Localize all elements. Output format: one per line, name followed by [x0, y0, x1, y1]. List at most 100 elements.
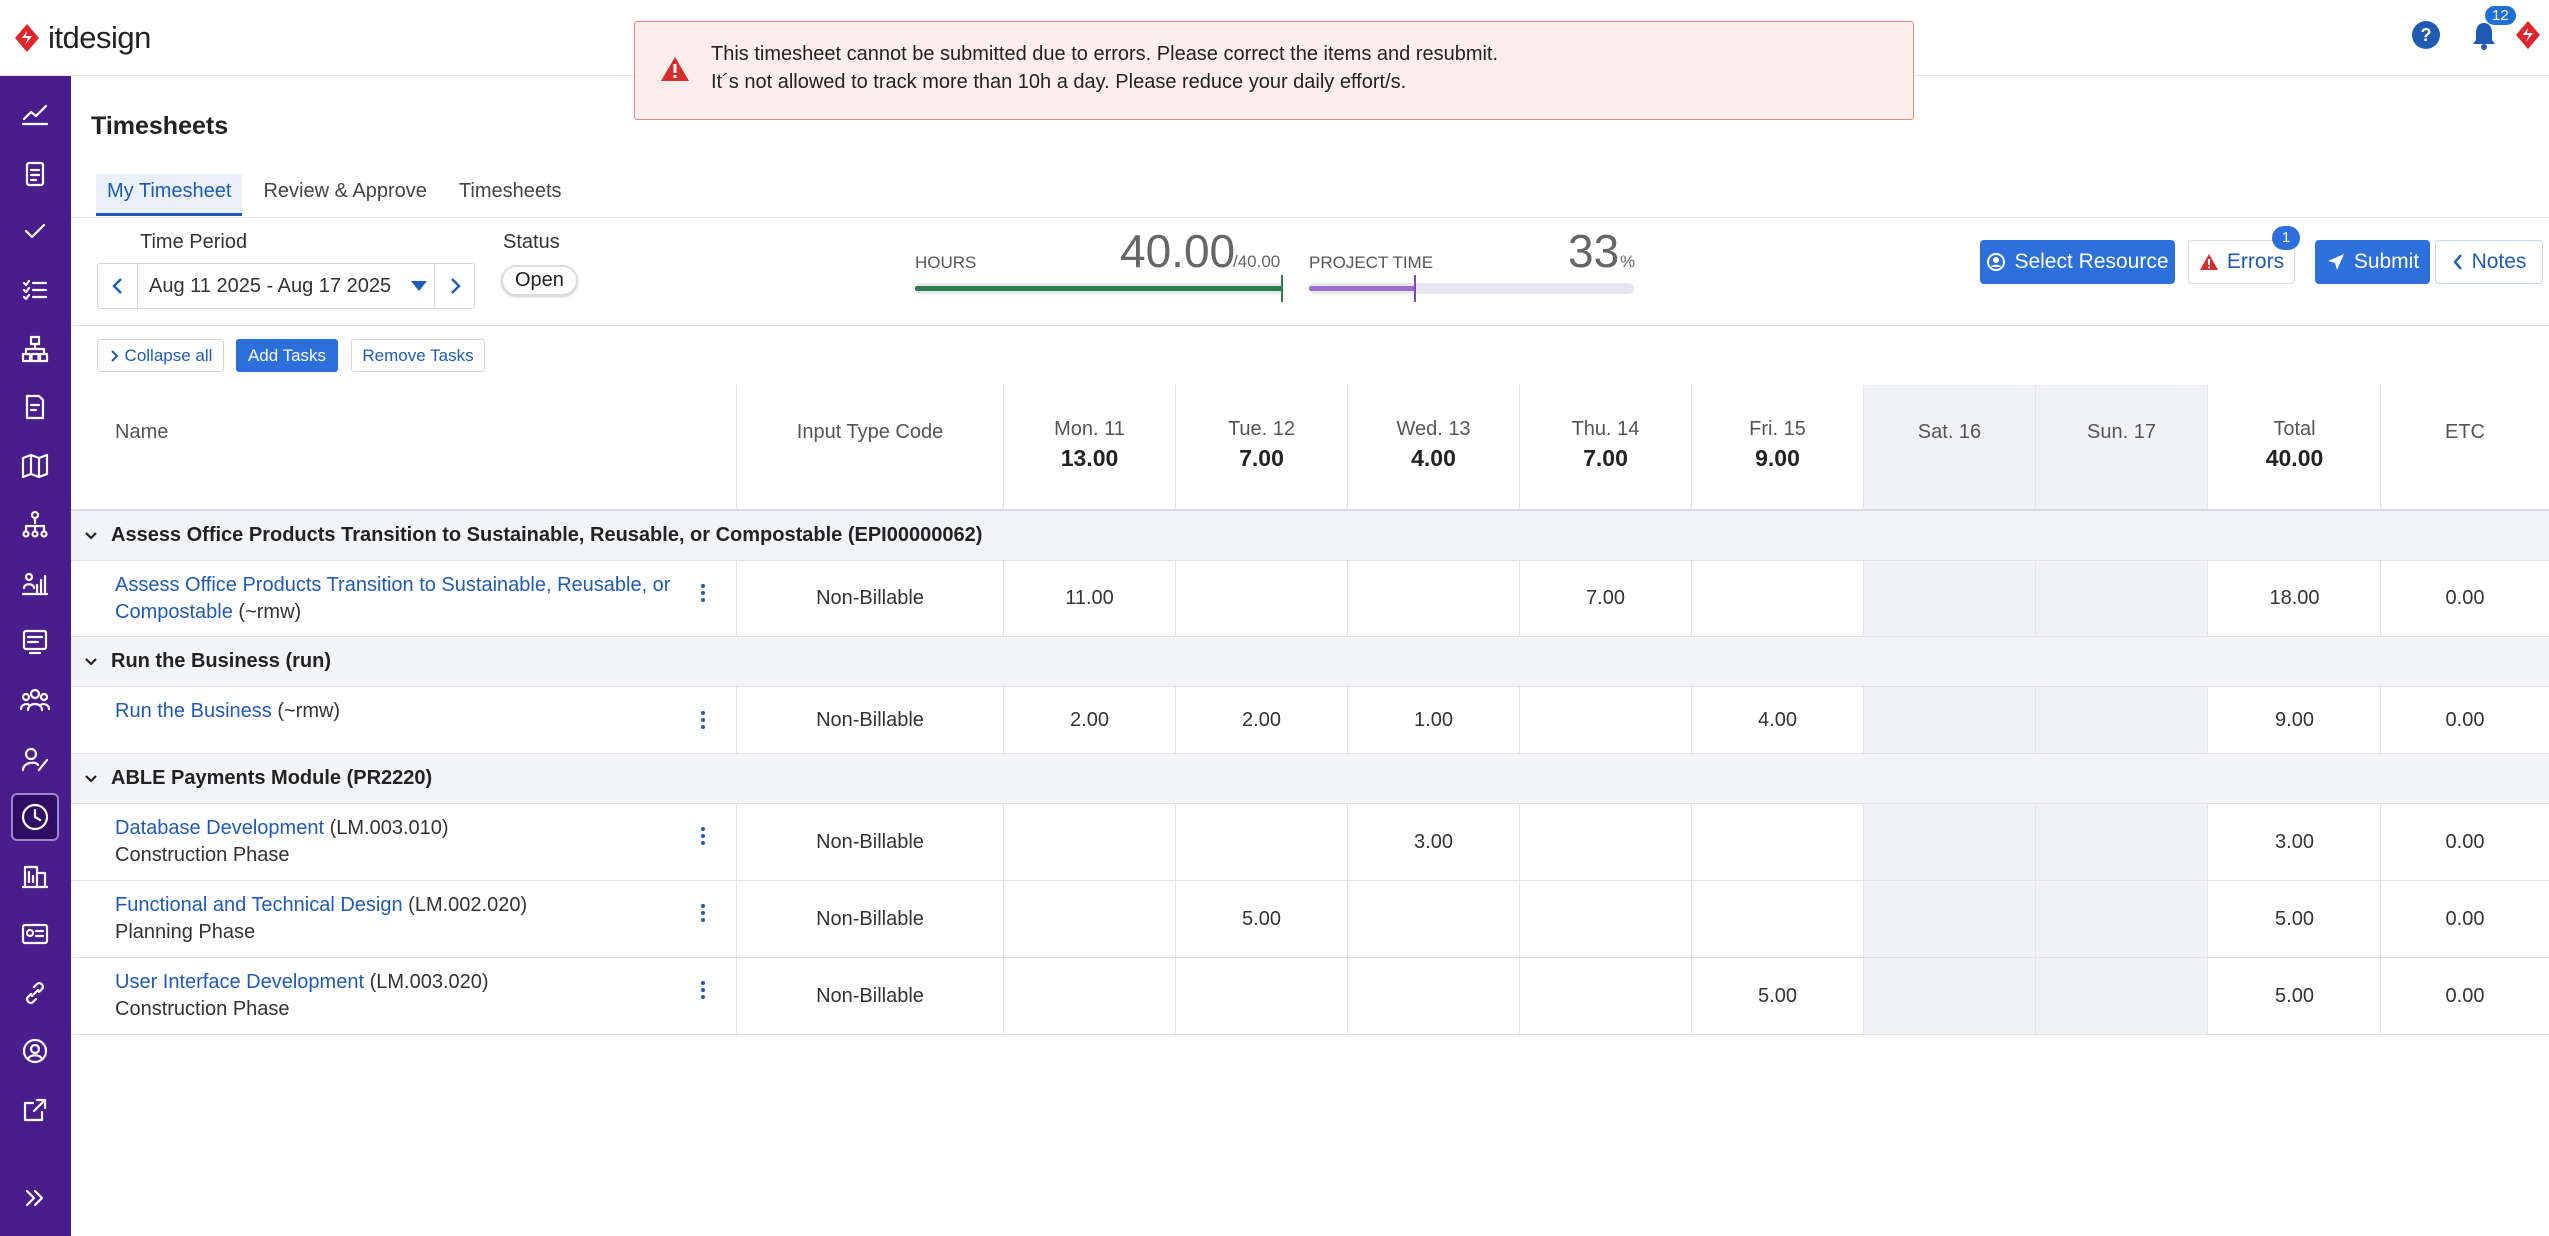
- hours-cell[interactable]: 5.00: [1692, 958, 1864, 1034]
- input-type-cell[interactable]: Non-Billable: [737, 881, 1004, 957]
- hours-cell[interactable]: [1864, 561, 2036, 636]
- clock-icon[interactable]: [11, 793, 59, 841]
- hours-cell[interactable]: [2036, 881, 2208, 957]
- hours-cell[interactable]: [1692, 561, 1864, 636]
- tab-review-approve[interactable]: Review & Approve: [252, 174, 437, 216]
- more-options-icon[interactable]: [699, 904, 707, 922]
- etc-cell[interactable]: 0.00: [2381, 958, 2549, 1034]
- settings-user-icon[interactable]: [11, 1027, 59, 1075]
- etc-cell[interactable]: 0.00: [2381, 561, 2549, 636]
- chart-line-icon[interactable]: [11, 90, 59, 138]
- time-period-value[interactable]: Aug 11 2025 - Aug 17 2025: [138, 275, 404, 298]
- hierarchy-icon[interactable]: [11, 325, 59, 373]
- link-icon[interactable]: [11, 969, 59, 1017]
- hours-cell[interactable]: [1004, 804, 1176, 880]
- org-chart-icon[interactable]: [11, 500, 59, 548]
- hours-cell[interactable]: 7.00: [1520, 561, 1692, 636]
- etc-cell[interactable]: 0.00: [2381, 687, 2549, 753]
- time-period-dropdown[interactable]: [404, 280, 434, 292]
- task-link[interactable]: Run the Business: [115, 700, 272, 722]
- hours-cell[interactable]: [1004, 958, 1176, 1034]
- check-icon[interactable]: [11, 207, 59, 255]
- hours-cell[interactable]: 11.00: [1004, 561, 1176, 636]
- task-link[interactable]: Database Development: [115, 817, 324, 839]
- hours-cell[interactable]: [1520, 958, 1692, 1034]
- logo[interactable]: itdesign: [14, 20, 151, 56]
- hours-cell[interactable]: [2036, 687, 2208, 753]
- hours-cell[interactable]: 4.00: [1692, 687, 1864, 753]
- hours-cell[interactable]: [1348, 561, 1520, 636]
- hours-cell[interactable]: [2036, 804, 2208, 880]
- task-link[interactable]: User Interface Development: [115, 971, 364, 993]
- task-link-continued[interactable]: Compostable: [115, 601, 233, 623]
- clipboard-icon[interactable]: [11, 149, 59, 197]
- next-period-button[interactable]: [434, 264, 474, 308]
- external-link-icon[interactable]: [11, 1086, 59, 1134]
- people-chart-icon[interactable]: [11, 559, 59, 607]
- hours-cell[interactable]: [1176, 958, 1348, 1034]
- more-options-icon[interactable]: [699, 584, 707, 602]
- hours-cell[interactable]: [1520, 804, 1692, 880]
- collapse-all-button[interactable]: Collapse all: [97, 339, 224, 372]
- more-options-icon[interactable]: [699, 827, 707, 845]
- etc-cell[interactable]: 0.00: [2381, 804, 2549, 880]
- select-resource-button[interactable]: Select Resource: [1980, 240, 2175, 284]
- previous-period-button[interactable]: [98, 264, 138, 308]
- hours-cell[interactable]: [1864, 804, 2036, 880]
- add-tasks-button[interactable]: Add Tasks: [236, 339, 338, 372]
- submit-button[interactable]: Submit: [2315, 240, 2430, 284]
- hours-cell[interactable]: [2036, 958, 2208, 1034]
- user-edit-icon[interactable]: [11, 735, 59, 783]
- checklist-icon[interactable]: [11, 266, 59, 314]
- input-type-cell[interactable]: Non-Billable: [737, 804, 1004, 880]
- input-type-cell[interactable]: Non-Billable: [737, 687, 1004, 753]
- errors-label: Errors: [2226, 250, 2285, 273]
- more-options-icon[interactable]: [699, 981, 707, 999]
- etc-cell[interactable]: 0.00: [2381, 881, 2549, 957]
- column-total-value: 40.00: [2265, 445, 2324, 471]
- hours-cell[interactable]: [1520, 687, 1692, 753]
- hours-cell[interactable]: [1692, 881, 1864, 957]
- remove-tasks-button[interactable]: Remove Tasks: [351, 339, 485, 372]
- task-group-row[interactable]: Run the Business (run): [71, 637, 2549, 687]
- task-link[interactable]: Assess Office Products Transition to Sus…: [115, 574, 670, 596]
- report-icon[interactable]: [11, 617, 59, 665]
- header-day-label: Tue. 12: [1227, 418, 1296, 440]
- tab-timesheets[interactable]: Timesheets: [448, 174, 573, 216]
- hours-cell[interactable]: [1348, 958, 1520, 1034]
- hours-cell[interactable]: [1176, 804, 1348, 880]
- chevron-down-icon[interactable]: [71, 773, 111, 785]
- input-type-cell[interactable]: Non-Billable: [737, 958, 1004, 1034]
- team-icon[interactable]: [11, 676, 59, 724]
- more-options-icon[interactable]: [699, 711, 707, 729]
- task-group-row[interactable]: ABLE Payments Module (PR2220): [71, 754, 2549, 804]
- chevron-down-icon[interactable]: [71, 656, 111, 668]
- hours-cell[interactable]: 2.00: [1176, 687, 1348, 753]
- hours-cell[interactable]: [2036, 561, 2208, 636]
- notes-button[interactable]: Notes: [2435, 240, 2543, 284]
- hours-cell[interactable]: 2.00: [1004, 687, 1176, 753]
- hours-cell[interactable]: 5.00: [1176, 881, 1348, 957]
- hours-cell[interactable]: 3.00: [1348, 804, 1520, 880]
- id-card-icon[interactable]: [11, 910, 59, 958]
- chevron-down-icon[interactable]: [71, 530, 111, 542]
- hours-cell[interactable]: 1.00: [1348, 687, 1520, 753]
- map-icon[interactable]: [11, 442, 59, 490]
- task-link[interactable]: Functional and Technical Design: [115, 894, 403, 916]
- hours-cell[interactable]: [1864, 881, 2036, 957]
- input-type-cell[interactable]: Non-Billable: [737, 561, 1004, 636]
- building-chart-icon[interactable]: [11, 852, 59, 900]
- hours-cell[interactable]: [1864, 958, 2036, 1034]
- hours-cell[interactable]: [1176, 561, 1348, 636]
- task-group-row[interactable]: Assess Office Products Transition to Sus…: [71, 511, 2549, 561]
- tab-my-timesheet[interactable]: My Timesheet: [96, 174, 243, 216]
- hours-cell[interactable]: [1692, 804, 1864, 880]
- hours-cell[interactable]: [1864, 687, 2036, 753]
- expand-icon[interactable]: [11, 1174, 59, 1222]
- hours-cell[interactable]: [1520, 881, 1692, 957]
- brand-app-icon[interactable]: [2515, 20, 2541, 50]
- hours-cell[interactable]: [1004, 881, 1176, 957]
- help-icon[interactable]: ?: [2411, 20, 2441, 50]
- hours-cell[interactable]: [1348, 881, 1520, 957]
- document-edit-icon[interactable]: [11, 383, 59, 431]
